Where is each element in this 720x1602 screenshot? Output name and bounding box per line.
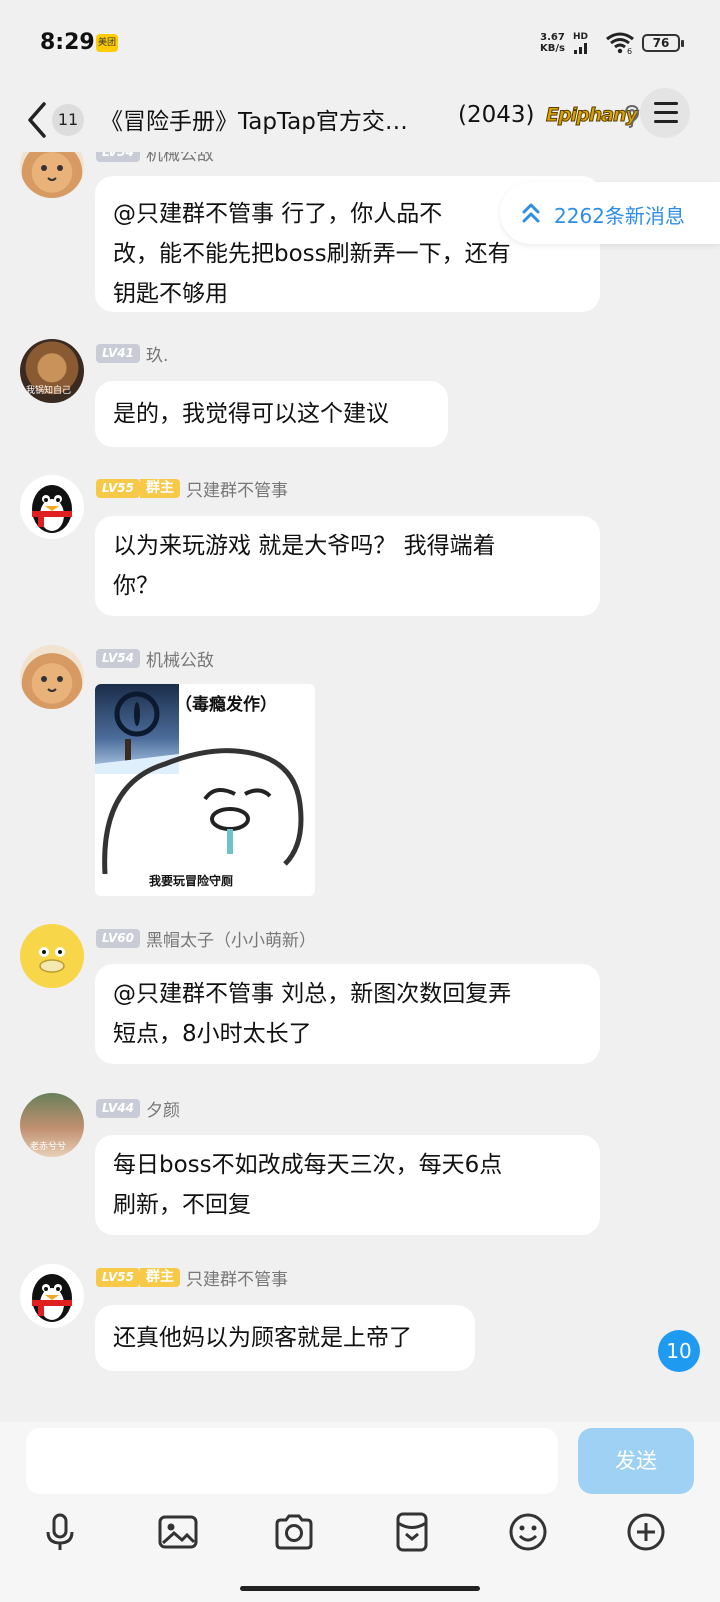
- new-messages-count: 2262条新消息: [554, 204, 685, 228]
- level-badge: LV54: [96, 152, 140, 162]
- message-bubble[interactable]: 还真他妈以为顾客就是上帝了: [95, 1305, 475, 1371]
- sticker-top-caption: （毒瘾发作）: [175, 695, 277, 715]
- message-text-line: 刷新，不回复: [113, 1192, 251, 1218]
- image-icon[interactable]: [156, 1510, 200, 1554]
- message-text-line: 还真他妈以为顾客就是上帝了: [113, 1325, 412, 1351]
- unread-count-badge[interactable]: 11: [52, 104, 84, 136]
- cat-avatar-icon: [41, 676, 63, 692]
- nickname: 机械公敌: [145, 152, 214, 165]
- meituan-notification-icon: 美团: [96, 34, 118, 52]
- network-speed-value: 3.67: [540, 32, 565, 43]
- message-text-line: 你？: [113, 573, 159, 599]
- hd-indicator: HD: [573, 32, 589, 42]
- sticker-image[interactable]: （毒瘾发作） 我要玩冒险守厕: [95, 684, 315, 896]
- message-input[interactable]: [26, 1428, 558, 1494]
- more-menu-button[interactable]: [640, 88, 690, 138]
- message-meta: LV55 群主 只建群不管事: [96, 1265, 288, 1290]
- nickname: 只建群不管事: [185, 480, 288, 501]
- level-badge: LV55: [96, 1267, 140, 1287]
- network-speed: 3.67 KB/s: [540, 32, 565, 54]
- cat-avatar-icon: [41, 165, 63, 181]
- plus-icon[interactable]: [624, 1510, 668, 1554]
- new-messages-banner[interactable]: 2262条新消息: [500, 182, 720, 244]
- nickname: 夕颜: [145, 1100, 180, 1121]
- meme-face-drawing: [102, 748, 304, 874]
- earpiece-mode-icon: [622, 104, 640, 133]
- chat-header: 11 《冒险手册》TapTap官方交… (2043) Epiphany: [0, 88, 720, 152]
- message-meta: LV55 群主 只建群不管事: [96, 476, 288, 501]
- message-text-line: 钥匙不够用: [113, 281, 228, 307]
- group-title[interactable]: 《冒险手册》TapTap官方交…: [100, 102, 408, 136]
- avatar[interactable]: 我锅知自己: [20, 339, 84, 403]
- message-text-line: 以为来玩游戏 就是大爷吗？ 我得端着: [113, 533, 496, 559]
- status-bar: 8:29 美团 3.67 KB/s HD 6 76: [0, 0, 720, 88]
- penguin-avatar-icon: [32, 1274, 72, 1322]
- wifi-icon: 6: [606, 32, 634, 54]
- clock: 8:29: [40, 30, 95, 55]
- penguin-avatar-icon: [32, 485, 72, 533]
- send-button[interactable]: 发送: [578, 1428, 694, 1494]
- group-owner-badge: 群主: [139, 478, 180, 498]
- level-badge: LV60: [96, 928, 140, 948]
- emoji-icon[interactable]: [506, 1510, 550, 1554]
- message-meta: LV41 玖.: [96, 341, 169, 366]
- message-meta: LV54 机械公敌: [96, 646, 214, 671]
- network-speed-unit: KB/s: [540, 43, 565, 54]
- avatar[interactable]: [20, 645, 84, 709]
- avatar-caption: 老赤兮兮: [30, 1142, 67, 1152]
- message-bubble[interactable]: 每日boss不如改成每天三次，每天6点 刷新，不回复: [95, 1135, 600, 1235]
- avatar-caption: 我锅知自己: [26, 386, 72, 396]
- message-list[interactable]: LV54 机械公敌 @只建群不管事 行了，你人品不 改，能不能先把boss刷新弄…: [0, 152, 720, 1422]
- camera-icon[interactable]: [272, 1510, 316, 1554]
- message-text-line: 短点，8小时太长了: [113, 1021, 312, 1047]
- avatar[interactable]: [20, 1264, 84, 1328]
- message-bubble[interactable]: 以为来玩游戏 就是大爷吗？ 我得端着 你？: [95, 516, 600, 616]
- level-badge: LV54: [96, 648, 140, 668]
- double-chevron-up-icon: [522, 203, 540, 223]
- home-indicator[interactable]: [240, 1586, 480, 1591]
- sticker-bottom-caption: 我要玩冒险守厕: [149, 874, 234, 888]
- group-owner-badge: 群主: [139, 1267, 180, 1287]
- message-text-line: @只建群不管事 刘总，新图次数回复弄: [113, 981, 512, 1007]
- nickname: 机械公敌: [145, 650, 214, 671]
- nickname: 只建群不管事: [185, 1269, 288, 1290]
- group-member-count: (2043): [458, 102, 535, 128]
- message-bubble[interactable]: @只建群不管事 刘总，新图次数回复弄 短点，8小时太长了: [95, 964, 600, 1064]
- message-meta: LV54 机械公敌: [96, 152, 214, 165]
- wifi-generation: 6: [627, 47, 632, 54]
- message-bubble[interactable]: 是的，我觉得可以这个建议: [95, 381, 448, 447]
- message-text-line: 每日boss不如改成每天三次，每天6点: [113, 1152, 503, 1178]
- input-panel: 发送: [0, 1422, 720, 1602]
- avatar[interactable]: [20, 924, 84, 988]
- message-meta: LV44 夕颜: [96, 1096, 180, 1121]
- avatar[interactable]: 老赤兮兮: [20, 1093, 84, 1157]
- battery-indicator: 76: [642, 34, 684, 52]
- nickname: 玖.: [145, 345, 169, 366]
- mic-icon[interactable]: [38, 1510, 82, 1554]
- duck-avatar-icon: [28, 930, 76, 978]
- level-badge: LV41: [96, 343, 140, 363]
- avatar[interactable]: [20, 152, 84, 198]
- level-badge: LV55: [96, 478, 140, 498]
- level-badge: LV44: [96, 1098, 140, 1118]
- scroll-to-bottom-unread-badge[interactable]: 10: [658, 1330, 700, 1372]
- message-text-line: 是的，我觉得可以这个建议: [113, 401, 389, 427]
- avatar[interactable]: [20, 475, 84, 539]
- message-meta: LV60 黑帽太子（小小萌新）: [96, 926, 316, 951]
- nickname: 黑帽太子（小小萌新）: [145, 930, 316, 951]
- signal-icon: [574, 43, 587, 54]
- red-packet-icon[interactable]: [390, 1510, 434, 1554]
- message-text-line: 改，能不能先把boss刷新弄一下，还有: [113, 241, 511, 267]
